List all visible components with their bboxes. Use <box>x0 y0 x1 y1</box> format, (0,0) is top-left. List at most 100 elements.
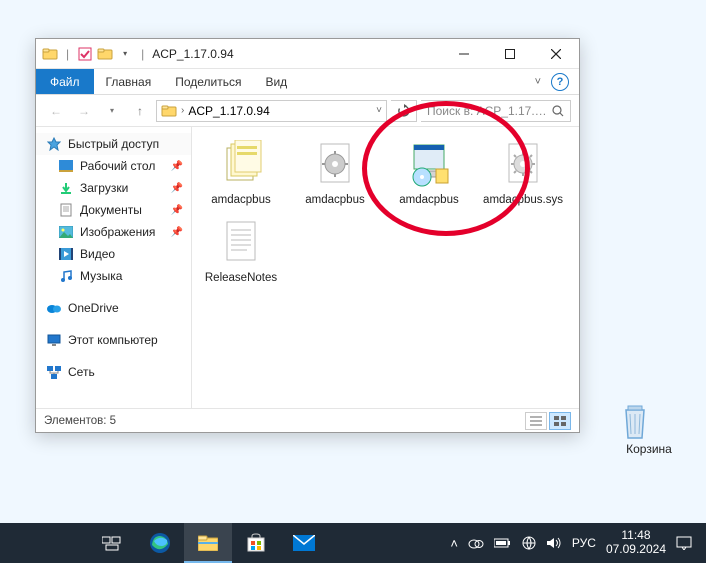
file-label: amdacpbus.sys <box>483 193 563 207</box>
nav-pictures[interactable]: Изображения 📌 <box>36 221 191 243</box>
nav-back-button[interactable]: ← <box>44 99 68 123</box>
qat-separator: | <box>66 47 69 61</box>
search-placeholder: Поиск в: ACP_1.17.0.94 <box>427 104 552 118</box>
tray-notifications-icon[interactable] <box>676 536 692 550</box>
tray-clock[interactable]: 11:48 07.09.2024 <box>606 529 666 557</box>
nav-label: Рабочий стол <box>80 159 155 173</box>
tray-volume-icon[interactable] <box>546 536 562 550</box>
clock-time: 11:48 <box>606 529 666 543</box>
view-details-button[interactable] <box>525 412 547 430</box>
nav-label: Быстрый доступ <box>68 137 159 151</box>
network-icon <box>46 364 62 380</box>
folder-icon <box>42 46 58 62</box>
qat-dropdown-icon[interactable]: ▾ <box>117 46 133 62</box>
maximize-button[interactable] <box>487 39 533 69</box>
close-button[interactable] <box>533 39 579 69</box>
file-list[interactable]: amdacpbus amdacpbus <box>192 127 579 408</box>
taskbar-edge[interactable] <box>136 523 184 563</box>
recycle-bin-label: Корзина <box>614 442 684 456</box>
file-label: amdacpbus <box>399 193 458 207</box>
address-folder-icon <box>161 104 177 118</box>
text-file-icon <box>214 215 268 269</box>
search-icon[interactable] <box>552 105 564 117</box>
taskbar-taskview[interactable] <box>88 523 136 563</box>
pin-icon: 📌 <box>171 161 183 172</box>
file-item-catalog[interactable]: amdacpbus <box>200 137 282 207</box>
nav-label: Документы <box>80 203 142 217</box>
videos-icon <box>58 246 74 262</box>
status-bar: Элементов: 5 <box>36 408 579 432</box>
nav-music[interactable]: Музыка <box>36 265 191 287</box>
nav-network[interactable]: Сеть <box>36 361 191 383</box>
inf-file-icon <box>308 137 362 191</box>
ribbon-tab-view[interactable]: Вид <box>253 69 299 94</box>
documents-icon <box>58 202 74 218</box>
taskbar-file-explorer[interactable] <box>184 523 232 563</box>
help-icon[interactable]: ? <box>551 73 569 91</box>
tray-language[interactable]: РУС <box>572 536 596 550</box>
address-dropdown-icon[interactable]: ˅ <box>376 105 382 116</box>
nav-label: Музыка <box>80 269 122 283</box>
tray-overflow-icon[interactable]: ˄ <box>450 536 458 551</box>
view-icons-button[interactable] <box>549 412 571 430</box>
installer-file-icon <box>402 137 456 191</box>
qat-separator-2: | <box>141 47 144 61</box>
pin-icon: 📌 <box>171 183 183 194</box>
ribbon-tab-share[interactable]: Поделиться <box>163 69 253 94</box>
file-item-inf[interactable]: amdacpbus <box>294 137 376 207</box>
nav-downloads[interactable]: Загрузки 📌 <box>36 177 191 199</box>
folder-small-icon[interactable] <box>97 46 113 62</box>
file-item-releasenotes[interactable]: ReleaseNotes <box>200 215 282 285</box>
nav-recent-dropdown[interactable]: ▾ <box>100 99 124 123</box>
taskbar-mail[interactable] <box>280 523 328 563</box>
file-label: amdacpbus <box>305 193 364 207</box>
ribbon-expand-icon[interactable]: ˅ <box>535 76 541 88</box>
nav-documents[interactable]: Документы 📌 <box>36 199 191 221</box>
desktop-icon <box>58 158 74 174</box>
system-tray: ˄ РУС 11:48 07.09.2024 <box>450 529 700 557</box>
search-input[interactable]: Поиск в: ACP_1.17.0.94 <box>421 100 571 122</box>
nav-label: OneDrive <box>68 301 119 315</box>
nav-label: Видео <box>80 247 115 261</box>
file-label: ReleaseNotes <box>205 271 277 285</box>
nav-label: Загрузки <box>80 181 128 195</box>
breadcrumb-segment[interactable]: ACP_1.17.0.94 <box>188 104 269 118</box>
taskbar: ˄ РУС 11:48 07.09.2024 <box>0 523 706 563</box>
pin-icon: 📌 <box>171 205 183 216</box>
nav-onedrive[interactable]: OneDrive <box>36 297 191 319</box>
nav-quick-access[interactable]: Быстрый доступ <box>36 133 191 155</box>
nav-desktop[interactable]: Рабочий стол 📌 <box>36 155 191 177</box>
tray-onedrive-icon[interactable] <box>468 537 484 549</box>
nav-label: Изображения <box>80 225 155 239</box>
nav-forward-button[interactable]: → <box>72 99 96 123</box>
pin-icon: 📌 <box>171 227 183 238</box>
window-title: ACP_1.17.0.94 <box>152 47 233 61</box>
taskbar-store[interactable] <box>232 523 280 563</box>
onedrive-icon <box>46 300 62 316</box>
navigation-pane: Быстрый доступ Рабочий стол 📌 Загрузки 📌 <box>36 127 192 408</box>
tray-network-icon[interactable] <box>522 536 536 550</box>
breadcrumb-chevron-icon[interactable]: › <box>181 105 184 116</box>
file-item-installer[interactable]: amdacpbus <box>388 137 470 207</box>
tray-battery-icon[interactable] <box>494 538 512 548</box>
nav-up-button[interactable]: ↑ <box>128 99 152 123</box>
catalog-file-icon <box>214 137 268 191</box>
recycle-bin[interactable]: Корзина <box>614 400 684 456</box>
properties-check-icon[interactable] <box>77 46 93 62</box>
file-tab[interactable]: Файл <box>36 69 94 94</box>
file-item-sys[interactable]: amdacpbus.sys <box>482 137 564 207</box>
item-count: Элементов: 5 <box>44 415 116 427</box>
recycle-bin-icon <box>614 400 684 442</box>
title-bar[interactable]: | ▾ | ACP_1.17.0.94 <box>36 39 579 69</box>
star-icon <box>46 136 62 152</box>
downloads-icon <box>58 180 74 196</box>
address-bar[interactable]: › ACP_1.17.0.94 ˅ <box>156 100 387 122</box>
nav-this-pc[interactable]: Этот компьютер <box>36 329 191 351</box>
nav-videos[interactable]: Видео <box>36 243 191 265</box>
nav-label: Сеть <box>68 365 95 379</box>
minimize-button[interactable] <box>441 39 487 69</box>
nav-label: Этот компьютер <box>68 333 158 347</box>
address-row: ← → ▾ ↑ › ACP_1.17.0.94 ˅ Поиск в: ACP_1… <box>36 95 579 127</box>
refresh-button[interactable] <box>391 100 417 122</box>
ribbon-tab-home[interactable]: Главная <box>94 69 164 94</box>
